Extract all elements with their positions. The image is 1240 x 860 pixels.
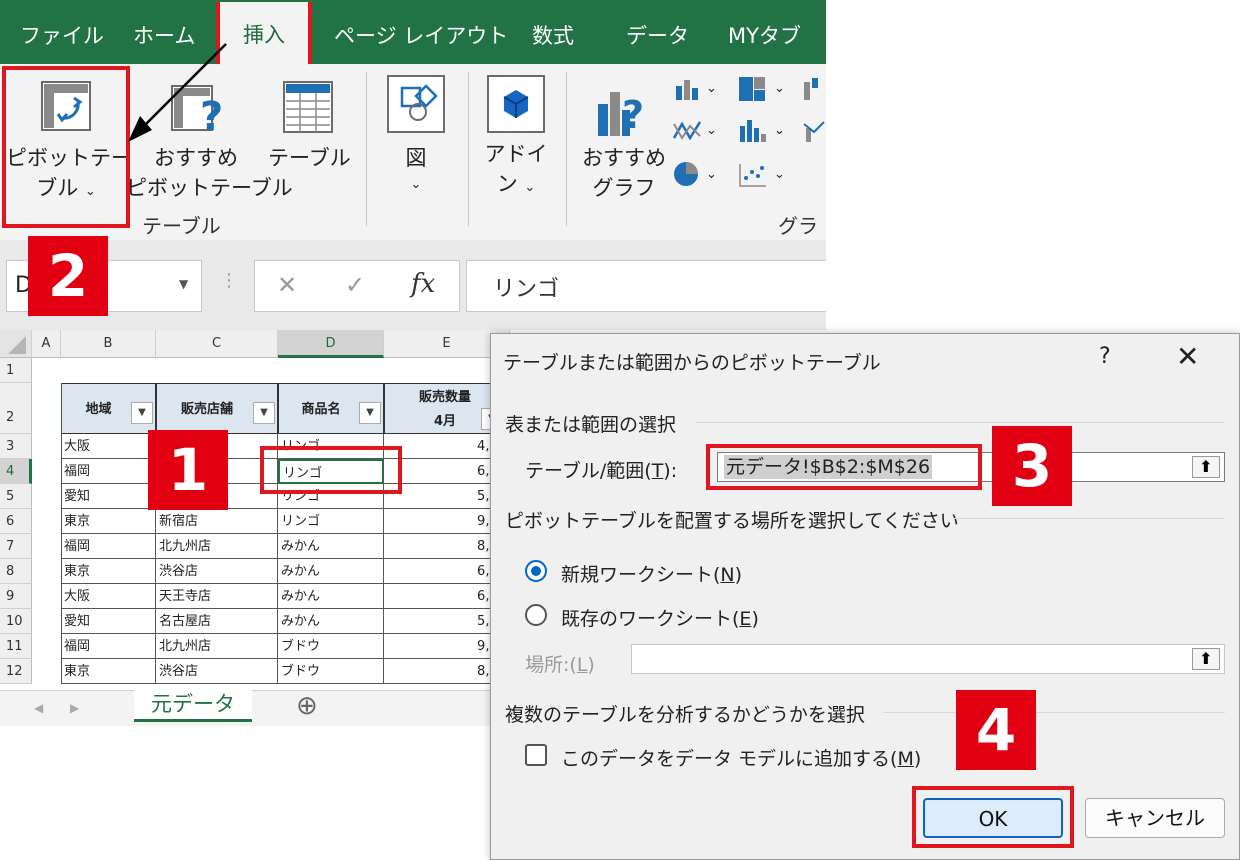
divider: [883, 712, 1225, 713]
table-cell[interactable]: 東京: [61, 659, 156, 684]
select-all-icon: [8, 336, 26, 354]
cancel-icon[interactable]: ✕: [277, 271, 297, 299]
section-location-heading: ピボットテーブルを配置する場所を選択してください: [505, 510, 959, 532]
table-cell[interactable]: リンゴ: [278, 509, 384, 534]
divider: [953, 518, 1225, 519]
insert-function-icon[interactable]: fx: [411, 269, 435, 299]
cancel-button[interactable]: キャンセル: [1085, 798, 1225, 838]
row-header[interactable]: 11: [0, 634, 32, 659]
step-badge-1: 1: [148, 430, 228, 510]
filter-dropdown-icon[interactable]: ▼: [131, 402, 153, 424]
add-sheet-icon[interactable]: ⊕: [296, 691, 318, 721]
row-header[interactable]: 8: [0, 559, 32, 584]
formula-buttons: ✕ ✓ fx: [254, 260, 460, 312]
add-to-data-model-label[interactable]: このデータをデータ モデルに追加する(M): [561, 744, 921, 771]
table-cell[interactable]: みかん: [278, 584, 384, 609]
row-header[interactable]: 7: [0, 534, 32, 559]
table-cell[interactable]: 福岡: [61, 634, 156, 659]
filter-dropdown-icon[interactable]: ▼: [253, 402, 275, 424]
highlight-range-field: [706, 444, 982, 490]
range-label: テーブル/範囲(T):: [525, 460, 678, 482]
drag-handle-icon[interactable]: ⋮: [220, 270, 238, 291]
arrow-annotation: [128, 43, 227, 142]
dialog-title: テーブルまたは範囲からのピボットテーブル: [503, 352, 881, 374]
header-label: 商品名: [301, 402, 341, 417]
formula-input[interactable]: リンゴ: [466, 260, 826, 312]
table-cell[interactable]: 東京: [61, 509, 156, 534]
filter-dropdown-icon[interactable]: ▼: [359, 402, 381, 424]
table-cell[interactable]: 北九州店: [156, 534, 278, 559]
row-header[interactable]: 1: [0, 358, 32, 383]
sheet-nav-prev-icon[interactable]: ◀: [34, 701, 43, 715]
highlight-ok-button: [912, 786, 1074, 848]
table-cell[interactable]: 天王寺店: [156, 584, 278, 609]
add-to-data-model-checkbox[interactable]: [525, 744, 547, 766]
row-header[interactable]: 9: [0, 584, 32, 609]
radio-existing-worksheet[interactable]: [525, 604, 547, 626]
divider: [695, 422, 1225, 423]
column-header[interactable]: C: [156, 330, 278, 358]
table-header-cell[interactable]: 商品名 ▼: [278, 383, 384, 434]
step-badge-2: 2: [28, 236, 108, 316]
table-cell[interactable]: ブドウ: [278, 634, 384, 659]
table-cell[interactable]: みかん: [278, 534, 384, 559]
table-cell[interactable]: 新宿店: [156, 509, 278, 534]
highlight-selected-cell: [260, 446, 402, 494]
row-header[interactable]: 4: [0, 459, 32, 484]
table-header-cell[interactable]: 販売店舗 ▼: [156, 383, 278, 434]
column-header[interactable]: D: [278, 330, 384, 358]
close-icon[interactable]: ✕: [1176, 340, 1199, 373]
table-cell[interactable]: みかん: [278, 609, 384, 634]
location-input[interactable]: ⬆: [631, 644, 1225, 674]
location-collapse-button[interactable]: ⬆: [1192, 648, 1220, 670]
sheet-nav-next-icon[interactable]: ▶: [70, 701, 79, 715]
table-cell[interactable]: 名古屋店: [156, 609, 278, 634]
table-cell[interactable]: みかん: [278, 559, 384, 584]
radio-new-worksheet-label[interactable]: 新規ワークシート(N): [561, 560, 742, 587]
help-icon[interactable]: ?: [1099, 344, 1111, 369]
formula-value: リンゴ: [493, 277, 560, 302]
table-header-cell[interactable]: 地域 ▼: [61, 383, 156, 434]
row-header[interactable]: 6: [0, 509, 32, 534]
location-label: 場所:(L): [525, 654, 595, 676]
column-header[interactable]: B: [61, 330, 156, 358]
radio-existing-worksheet-label[interactable]: 既存のワークシート(E): [561, 604, 759, 631]
section-multiple-tables-heading: 複数のテーブルを分析するかどうかを選択: [505, 704, 865, 726]
table-cell[interactable]: 愛知: [61, 609, 156, 634]
table-cell[interactable]: ブドウ: [278, 659, 384, 684]
row-header[interactable]: 2: [0, 383, 32, 434]
header-label: 販売店舗: [180, 402, 233, 417]
formula-bar: D ▼ ⋮ ✕ ✓ fx リンゴ: [0, 240, 826, 330]
header-label: 地域: [85, 402, 112, 417]
chevron-down-icon[interactable]: ▼: [179, 277, 188, 291]
header-label: 販売数量: [418, 390, 471, 405]
sheet-tab-active[interactable]: 元データ: [134, 690, 252, 722]
row-header[interactable]: 3: [0, 434, 32, 459]
table-cell[interactable]: 渋谷店: [156, 559, 278, 584]
table-cell[interactable]: 北九州店: [156, 634, 278, 659]
step-badge-4: 4: [956, 690, 1036, 770]
table-cell[interactable]: 大阪: [61, 584, 156, 609]
create-pivot-table-dialog: テーブルまたは範囲からのピボットテーブル ? ✕ 表または範囲の選択 テーブル/…: [490, 333, 1240, 860]
row-header[interactable]: 12: [0, 659, 32, 684]
row-header[interactable]: 5: [0, 484, 32, 509]
enter-icon[interactable]: ✓: [345, 271, 365, 299]
collapse-dialog-icon: ⬆: [1199, 457, 1213, 476]
table-cell[interactable]: 福岡: [61, 534, 156, 559]
table-cell[interactable]: 福岡: [61, 459, 156, 484]
range-collapse-button[interactable]: ⬆: [1192, 456, 1220, 478]
column-header[interactable]: A: [32, 330, 61, 358]
section-range-heading: 表または範囲の選択: [505, 414, 677, 436]
table-cell[interactable]: 渋谷店: [156, 659, 278, 684]
step-badge-3: 3: [992, 426, 1072, 506]
table-cell[interactable]: 東京: [61, 559, 156, 584]
select-all-corner[interactable]: [0, 330, 32, 358]
row-header[interactable]: 10: [0, 609, 32, 634]
radio-new-worksheet[interactable]: [525, 560, 547, 582]
table-cell[interactable]: 愛知: [61, 484, 156, 509]
table-border: [61, 383, 62, 684]
table-cell[interactable]: 大阪: [61, 434, 156, 459]
collapse-dialog-icon: ⬆: [1199, 649, 1213, 668]
